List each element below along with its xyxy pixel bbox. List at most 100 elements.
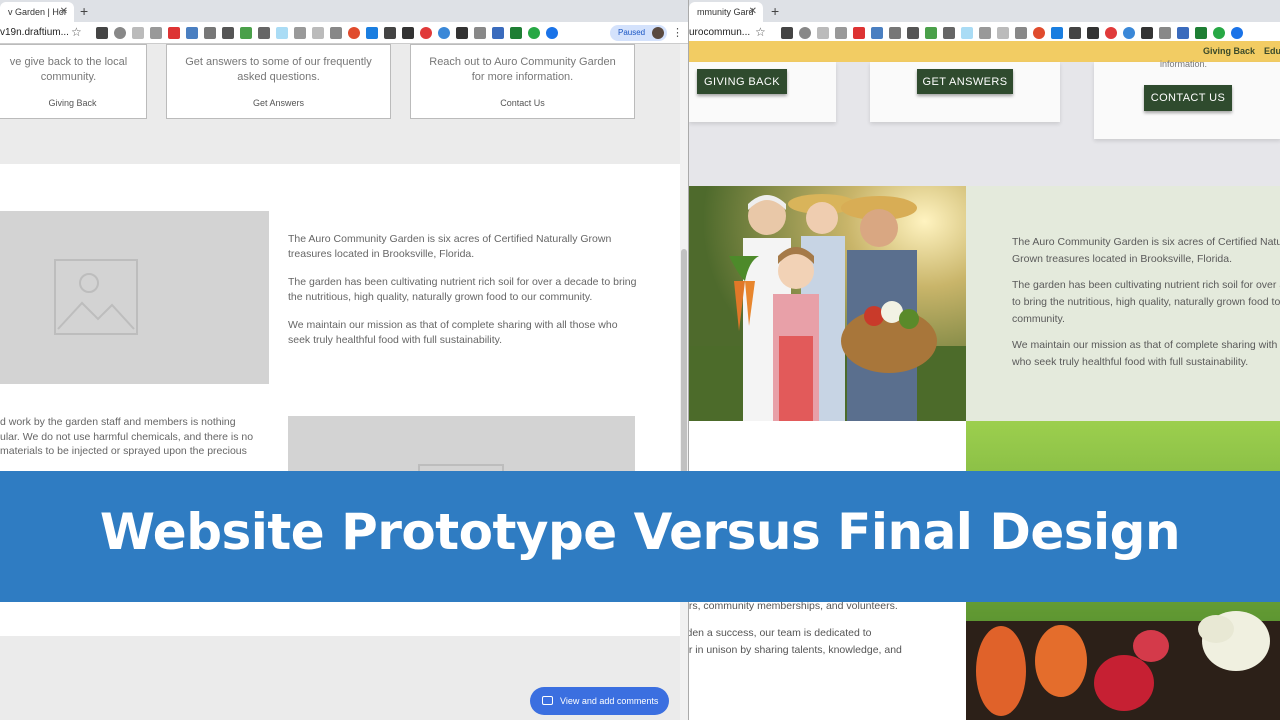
extension-icon[interactable] <box>871 27 883 39</box>
extension-icon[interactable] <box>204 27 216 39</box>
title-banner: Website Prototype Versus Final Design <box>0 471 1280 602</box>
evernote-icon[interactable] <box>240 27 252 39</box>
css-extension-icon[interactable] <box>817 27 829 39</box>
extension-icon[interactable] <box>420 27 432 39</box>
extension-icon[interactable] <box>889 27 901 39</box>
extension-icon[interactable] <box>799 27 811 39</box>
page-scrollbar[interactable] <box>680 44 688 720</box>
evernote-icon[interactable] <box>925 27 937 39</box>
nav-item-education[interactable]: Edu <box>1264 46 1280 56</box>
apps-icon[interactable] <box>781 27 793 39</box>
extension-icon[interactable] <box>474 27 486 39</box>
pin-extension-icon[interactable] <box>853 27 865 39</box>
prototype-about-text: The Auro Community Garden is six acres o… <box>288 232 638 361</box>
bookmark-star-icon[interactable]: ☆ <box>755 25 766 39</box>
image-placeholder-icon <box>54 259 138 335</box>
tab-title: v Garden | Hor <box>8 7 67 17</box>
font-extension-icon[interactable] <box>258 27 270 39</box>
address-bar: v19n.draftium... ☆ Paused ⋮ <box>0 22 688 44</box>
card-text: information. <box>1160 59 1208 69</box>
dropbox-icon[interactable] <box>1051 27 1063 39</box>
extension-icon[interactable] <box>528 27 540 39</box>
new-tab-icon[interactable]: + <box>771 3 779 19</box>
apps-icon[interactable] <box>96 27 108 39</box>
get-answers-button[interactable]: GET ANSWERS <box>917 69 1013 94</box>
extension-icon[interactable] <box>1123 27 1135 39</box>
close-icon[interactable]: ✕ <box>60 6 68 17</box>
final-card-get-answers: GET ANSWERS <box>870 62 1060 122</box>
bookmark-star-icon[interactable]: ☆ <box>71 25 82 39</box>
crop-extension-icon[interactable] <box>907 27 919 39</box>
tab-bar: v Garden | Hor ✕ + <box>0 0 688 22</box>
extension-icon[interactable] <box>1213 27 1225 39</box>
extension-icon[interactable] <box>1231 27 1243 39</box>
url-input[interactable]: urocommun... <box>689 27 750 38</box>
extension-icon[interactable] <box>1087 27 1099 39</box>
menu-kebab-icon[interactable]: ⋮ <box>672 26 683 39</box>
nav-item-giving-back[interactable]: Giving Back <box>1203 46 1255 56</box>
extension-icon[interactable] <box>312 27 324 39</box>
extension-icon[interactable] <box>546 27 558 39</box>
extension-icon[interactable] <box>438 27 450 39</box>
extension-icon[interactable] <box>348 27 360 39</box>
prototype-card-giving-back: ve give back to the local community. Giv… <box>0 44 147 119</box>
font-extension-icon[interactable] <box>943 27 955 39</box>
extension-icon[interactable] <box>492 27 504 39</box>
extension-icon[interactable] <box>510 27 522 39</box>
layers-icon[interactable] <box>1141 27 1153 39</box>
css-extension-icon[interactable] <box>132 27 144 39</box>
view-comments-button[interactable]: View and add comments <box>530 687 669 715</box>
giving-back-link[interactable]: Giving Back <box>0 98 146 108</box>
banner-title: Website Prototype Versus Final Design <box>99 503 1181 561</box>
prototype-card-contact-us: Reach out to Auro Community Garden for m… <box>410 44 635 119</box>
layers-icon[interactable] <box>456 27 468 39</box>
extension-icon[interactable] <box>1177 27 1189 39</box>
extensions-toolbar <box>781 27 1243 39</box>
scrollbar-thumb[interactable] <box>681 249 687 494</box>
extension-icon[interactable] <box>1069 27 1081 39</box>
final-about-section: The Auro Community Garden is six acres o… <box>966 186 1280 421</box>
contact-us-link[interactable]: Contact Us <box>411 98 634 108</box>
contact-us-button[interactable]: CONTACT US <box>1144 85 1232 111</box>
extension-icon[interactable] <box>1159 27 1171 39</box>
extension-icon[interactable] <box>276 27 288 39</box>
get-answers-link[interactable]: Get Answers <box>167 98 390 108</box>
extension-icon[interactable] <box>1195 27 1207 39</box>
extension-icon[interactable] <box>384 27 396 39</box>
new-tab-icon[interactable]: + <box>80 3 88 19</box>
url-input[interactable]: v19n.draftium... <box>0 27 69 38</box>
image-placeholder <box>288 416 635 476</box>
extension-icon[interactable] <box>150 27 162 39</box>
extension-icon[interactable] <box>1033 27 1045 39</box>
prototype-lower-text: d work by the garden staff and members i… <box>0 415 275 459</box>
crop-extension-icon[interactable] <box>222 27 234 39</box>
extension-icon[interactable] <box>114 27 126 39</box>
about-paragraph: The Auro Community Garden is six acres o… <box>1012 236 1280 265</box>
about-paragraph: We maintain our mission as that of compl… <box>1012 339 1280 368</box>
text-line: rden a success, our team is dedicated to <box>688 627 872 639</box>
prototype-browser-window: v Garden | Hor ✕ + v19n.draftium... ☆ Pa… <box>0 0 688 720</box>
browser-tab[interactable]: mmunity Gard ✕ <box>689 2 763 22</box>
extension-icon[interactable] <box>961 27 973 39</box>
final-design-browser-window: mmunity Gard ✕ + urocommun... ☆ Giving B… <box>688 0 1280 720</box>
extension-icon[interactable] <box>294 27 306 39</box>
extensions-toolbar <box>96 27 558 39</box>
extension-icon[interactable] <box>835 27 847 39</box>
extension-icon[interactable] <box>997 27 1009 39</box>
profile-paused-badge[interactable]: Paused <box>610 25 668 41</box>
recycle-icon[interactable] <box>1015 27 1027 39</box>
dropbox-icon[interactable] <box>366 27 378 39</box>
extension-icon[interactable] <box>186 27 198 39</box>
extension-icon[interactable] <box>1105 27 1117 39</box>
final-card-contact-us: information. CONTACT US <box>1094 59 1280 139</box>
about-paragraph: The Auro Community Garden is six acres o… <box>288 233 612 260</box>
giving-back-button[interactable]: GIVING BACK <box>697 69 787 94</box>
recycle-icon[interactable] <box>330 27 342 39</box>
pin-extension-icon[interactable] <box>168 27 180 39</box>
browser-tab[interactable]: v Garden | Hor ✕ <box>0 2 74 22</box>
close-icon[interactable]: ✕ <box>749 6 757 17</box>
prototype-card-get-answers: Get answers to some of our frequently as… <box>166 44 391 119</box>
extension-icon[interactable] <box>402 27 414 39</box>
card-text: ve give back to the local community. <box>9 56 128 83</box>
extension-icon[interactable] <box>979 27 991 39</box>
